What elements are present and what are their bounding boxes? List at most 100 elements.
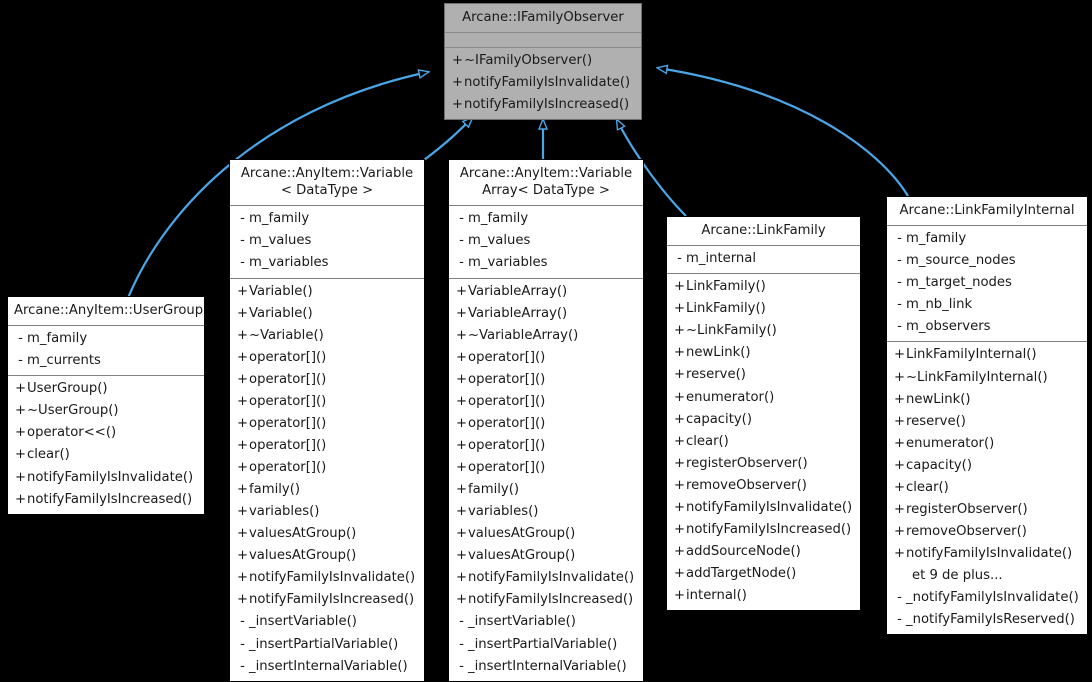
member-name: _insertVariable() — [468, 614, 576, 630]
class-member: - m_family — [449, 208, 643, 230]
member-name: reserve() — [686, 367, 746, 383]
visibility-marker: - — [459, 614, 464, 630]
class-box-variable[interactable]: Arcane::AnyItem::Variable < DataType > -… — [229, 159, 425, 682]
visibility-marker: + — [673, 301, 686, 317]
member-name: registerObserver() — [906, 501, 1028, 517]
visibility-marker: + — [893, 546, 906, 562]
visibility-marker: + — [451, 53, 464, 69]
class-member: +operator[]() — [449, 369, 643, 391]
class-title-linkfamily: Arcane::LinkFamily — [701, 223, 826, 238]
visibility-marker: - — [18, 353, 23, 369]
member-name: clear() — [906, 479, 949, 495]
member-name: m_values — [249, 233, 312, 249]
visibility-marker: + — [673, 455, 686, 471]
visibility-marker: + — [673, 588, 686, 604]
class-member: +notifyFamilyIsInvalidate() — [667, 497, 860, 519]
methods-compartment-ifamilyobserver: +~IFamilyObserver() +notifyFamilyIsInval… — [445, 47, 641, 119]
class-member: +~IFamilyObserver() — [445, 50, 641, 72]
class-member: +operator[]() — [230, 369, 424, 391]
visibility-marker: + — [673, 477, 686, 493]
member-name: addTargetNode() — [686, 566, 797, 582]
class-member: +removeObserver() — [667, 475, 860, 497]
class-title-variable: Arcane::AnyItem::Variable < DataType > — [240, 166, 414, 199]
class-member: +operator[]() — [230, 347, 424, 369]
member-name: operator<<() — [27, 425, 117, 441]
member-name: capacity() — [906, 457, 972, 473]
class-member: +variables() — [449, 501, 643, 523]
class-box-linkfamilyinternal[interactable]: Arcane::LinkFamilyInternal - m_family - m_… — [886, 196, 1088, 636]
edge-linkfamilyinternal-to-ifamilyobserver — [658, 68, 909, 197]
class-member: +reserve() — [667, 364, 860, 386]
class-member: +operator[]() — [230, 413, 424, 435]
visibility-marker: - — [459, 233, 464, 249]
class-member: +operator[]() — [449, 435, 643, 457]
member-name: Variable() — [249, 283, 313, 299]
member-name: _insertInternalVariable() — [468, 658, 627, 674]
class-member: +clear() — [8, 444, 204, 466]
class-member: +internal() — [667, 585, 860, 607]
visibility-marker: + — [455, 548, 468, 564]
visibility-marker: + — [893, 479, 906, 495]
visibility-marker: + — [893, 501, 906, 517]
class-box-usergroup[interactable]: Arcane::AnyItem::UserGroup - m_family - m_… — [7, 296, 205, 515]
visibility-marker: + — [893, 523, 906, 539]
class-member: +LinkFamily() — [667, 298, 860, 320]
member-name: notifyFamilyIsIncreased() — [468, 592, 634, 608]
visibility-marker: + — [455, 570, 468, 586]
member-name: reserve() — [906, 413, 966, 429]
member-name: _insertPartialVariable() — [249, 636, 399, 652]
visibility-marker: + — [14, 425, 27, 441]
class-member: +variables() — [230, 501, 424, 523]
class-member-more: et 9 de plus... — [887, 565, 1087, 587]
member-name: operator[]() — [468, 349, 546, 365]
class-box-linkfamily[interactable]: Arcane::LinkFamily - m_internal +LinkFami… — [666, 216, 861, 612]
class-title-linkfamilyinternal: Arcane::LinkFamilyInternal — [899, 203, 1075, 218]
class-member: +clear() — [887, 477, 1087, 499]
member-name: m_source_nodes — [906, 253, 1016, 269]
class-member: +UserGroup() — [8, 378, 204, 400]
class-box-ifamilyobserver[interactable]: Arcane::IFamilyObserver +~IFamilyObserve… — [444, 3, 642, 121]
visibility-marker: - — [897, 297, 902, 313]
class-member: +Variable() — [230, 303, 424, 325]
visibility-marker: - — [459, 255, 464, 271]
visibility-marker: + — [455, 305, 468, 321]
class-member: - _insertVariable() — [230, 611, 424, 633]
class-member: +notifyFamilyIsIncreased() — [449, 589, 643, 611]
member-name: _insertInternalVariable() — [249, 658, 408, 674]
visibility-marker: + — [455, 371, 468, 387]
visibility-marker: + — [455, 349, 468, 365]
class-member: - _insertInternalVariable() — [230, 656, 424, 678]
visibility-marker: - — [240, 255, 245, 271]
visibility-marker: + — [455, 327, 468, 343]
member-name: m_variables — [249, 255, 329, 271]
member-name: m_family — [27, 331, 88, 347]
class-title-usergroup: Arcane::AnyItem::UserGroup — [14, 303, 204, 318]
class-member: - m_values — [230, 230, 424, 252]
member-name: family() — [468, 482, 519, 498]
visibility-marker: + — [455, 526, 468, 542]
class-member: +newLink() — [887, 389, 1087, 411]
class-member: +operator[]() — [230, 457, 424, 479]
class-member: +notifyFamilyIsInvalidate() — [230, 567, 424, 589]
class-member: +~Variable() — [230, 325, 424, 347]
member-name: m_family — [249, 211, 310, 227]
class-box-variablearray[interactable]: Arcane::AnyItem::Variable Array< DataTyp… — [448, 159, 644, 682]
member-name: ~IFamilyObserver() — [464, 53, 593, 69]
class-member: - m_source_nodes — [887, 250, 1087, 272]
member-name: operator[]() — [468, 460, 546, 475]
member-name: operator[]() — [249, 349, 327, 365]
visibility-marker: - — [240, 658, 245, 674]
attributes-compartment-linkfamily: - m_internal — [667, 245, 860, 273]
visibility-marker: + — [451, 75, 464, 91]
member-name: capacity() — [686, 411, 752, 427]
member-name: _insertVariable() — [249, 614, 357, 630]
class-member: +registerObserver() — [667, 453, 860, 475]
class-member: +valuesAtGroup() — [230, 523, 424, 545]
class-member: +~UserGroup() — [8, 400, 204, 422]
class-member: +operator[]() — [449, 413, 643, 435]
visibility-marker: + — [893, 435, 906, 451]
class-member: +operator[]() — [449, 391, 643, 413]
class-member: +notifyFamilyIsIncreased() — [8, 489, 204, 511]
class-member: +capacity() — [887, 455, 1087, 477]
methods-compartment-variable: +Variable() +Variable() +~Variable() +op… — [230, 277, 424, 681]
